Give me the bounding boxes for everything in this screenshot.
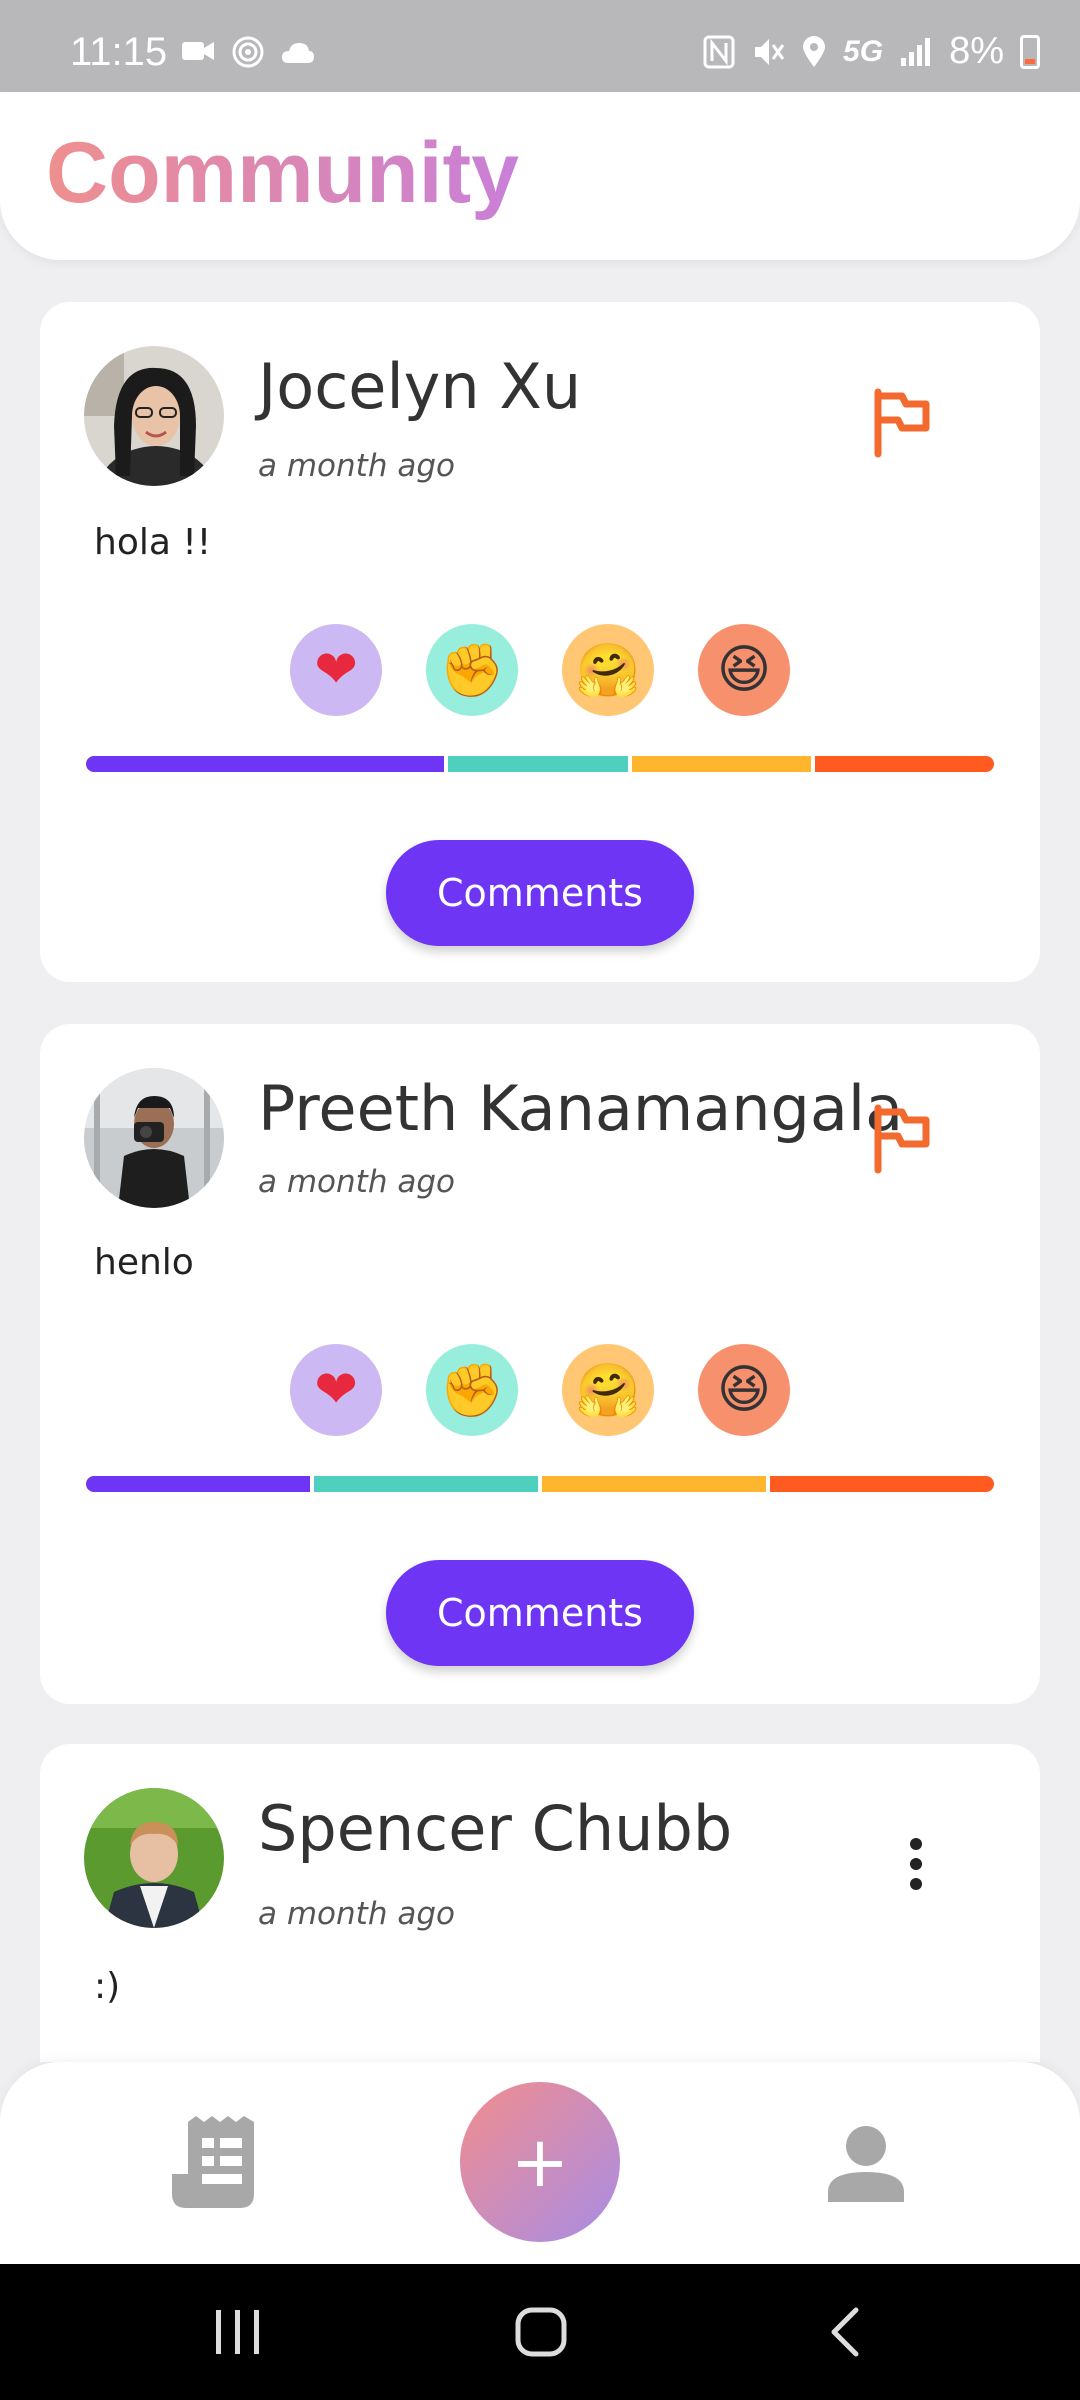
post-text: :) (94, 1966, 121, 2007)
reaction-distribution-bar (86, 756, 994, 772)
fist-icon: ✊ (439, 640, 505, 701)
nfc-icon (703, 35, 735, 68)
laugh-icon: 😆 (716, 640, 772, 700)
fist-share-segment (448, 756, 628, 772)
avatar[interactable] (84, 346, 224, 486)
video-message-icon (182, 42, 214, 60)
fist-reaction-button[interactable]: ✊ (426, 624, 518, 716)
laugh-share-segment (770, 1476, 994, 1492)
avatar[interactable] (84, 1068, 224, 1208)
home-icon[interactable] (514, 2304, 570, 2360)
mute-icon (755, 38, 785, 65)
flag-icon[interactable] (870, 388, 930, 458)
post-feed[interactable]: Jocelyn Xu a month ago hola !! ❤ ✊ 🤗 😆 C… (40, 302, 1040, 2062)
post-timestamp: a month ago (258, 1164, 455, 1200)
post-timestamp: a month ago (258, 448, 455, 484)
heart-share-segment (86, 756, 445, 772)
post-card: Jocelyn Xu a month ago hola !! ❤ ✊ 🤗 😆 C… (40, 302, 1040, 982)
system-navigation-bar (0, 2264, 1080, 2400)
laugh-share-segment (814, 756, 994, 772)
signal-icon (901, 37, 931, 66)
avatar[interactable] (84, 1788, 224, 1928)
hug-share-segment (631, 756, 811, 772)
status-time: 11:15 (70, 30, 168, 74)
hug-icon: 🤗 (575, 1360, 641, 1421)
more-vertical-icon[interactable] (904, 1836, 928, 1892)
add-post-button[interactable]: + (460, 2082, 620, 2242)
post-timestamp: a month ago (258, 1896, 455, 1932)
hug-reaction-button[interactable]: 🤗 (562, 624, 654, 716)
status-right-icons: 5G 8% (703, 30, 1040, 73)
fist-share-segment (314, 1476, 538, 1492)
comments-button[interactable]: Comments (386, 840, 694, 946)
laugh-icon: 😆 (716, 1360, 772, 1420)
network-type: 5G (843, 34, 884, 68)
laugh-reaction-button[interactable]: 😆 (698, 1344, 790, 1436)
post-card: Spencer Chubb a month ago :) (40, 1744, 1040, 2062)
heart-icon: ❤ (314, 1360, 358, 1420)
back-icon[interactable] (826, 2304, 862, 2360)
post-text: henlo (94, 1242, 194, 1283)
comments-button[interactable]: Comments (386, 1560, 694, 1666)
post-author-name[interactable]: Spencer Chubb (258, 1792, 732, 1865)
page-title: Community (46, 125, 519, 221)
post-author-name[interactable]: Jocelyn Xu (258, 350, 581, 423)
fist-reaction-button[interactable]: ✊ (426, 1344, 518, 1436)
post-text: hola !! (94, 522, 212, 563)
flag-icon[interactable] (870, 1104, 930, 1174)
cloud-icon (282, 43, 314, 63)
location-icon (803, 35, 826, 67)
status-left-icons (180, 34, 316, 70)
battery-percent: 8% (949, 30, 1004, 72)
post-author-name[interactable]: Preeth Kanamangala (258, 1072, 903, 1145)
heart-share-segment (86, 1476, 310, 1492)
reaction-distribution-bar (86, 1476, 994, 1492)
hug-icon: 🤗 (575, 640, 641, 701)
reaction-bar: ❤ ✊ 🤗 😆 (290, 624, 790, 716)
status-bar: 11:15 5G 8% (0, 0, 1080, 92)
nfc-signal-icon (232, 36, 264, 68)
laugh-reaction-button[interactable]: 😆 (698, 624, 790, 716)
hug-reaction-button[interactable]: 🤗 (562, 1344, 654, 1436)
fist-icon: ✊ (439, 1360, 505, 1421)
battery-icon (1020, 34, 1040, 69)
heart-reaction-button[interactable]: ❤ (290, 1344, 382, 1436)
profile-icon[interactable] (826, 2124, 906, 2204)
recent-apps-icon[interactable] (212, 2304, 264, 2360)
heart-icon: ❤ (314, 640, 358, 700)
hug-share-segment (542, 1476, 766, 1492)
feed-icon[interactable] (168, 2114, 258, 2210)
heart-reaction-button[interactable]: ❤ (290, 624, 382, 716)
app-header: Community (0, 92, 1080, 260)
reaction-bar: ❤ ✊ 🤗 😆 (290, 1344, 790, 1436)
post-card: Preeth Kanamangala a month ago henlo ❤ ✊… (40, 1024, 1040, 1704)
